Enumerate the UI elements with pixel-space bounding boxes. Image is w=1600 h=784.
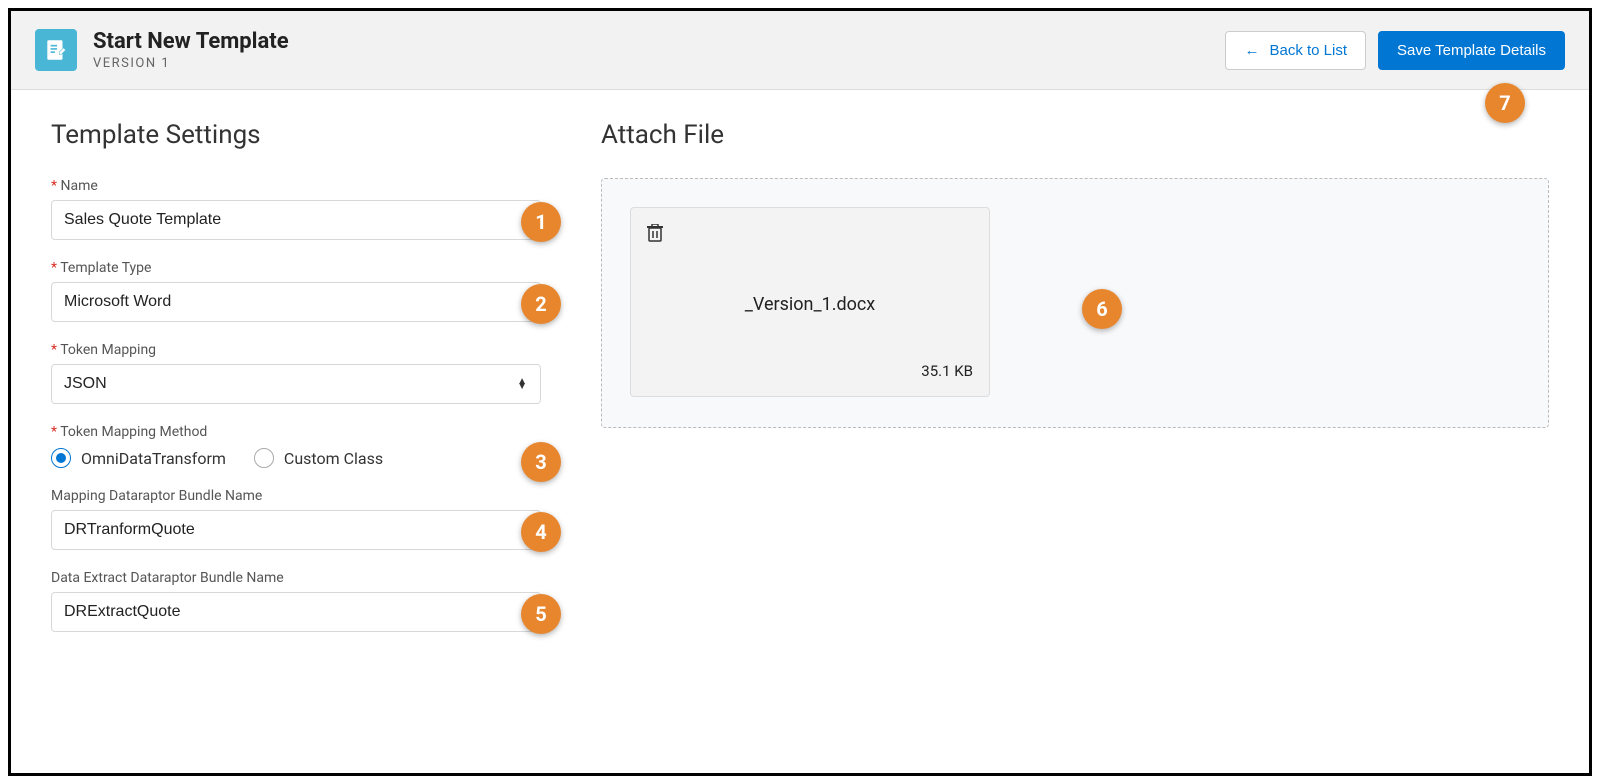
page-subtitle: VERSION 1 [93,56,289,71]
file-dropzone[interactable]: _Version_1.docx 35.1 KB 6 [601,178,1549,428]
back-button-label: Back to List [1269,42,1347,59]
radio-icon-checked [51,448,71,468]
mapping-bundle-label: Mapping Dataraptor Bundle Name [51,488,541,504]
radio-custom-class[interactable]: Custom Class [254,448,383,468]
callout-4: 4 [521,512,561,552]
callout-3: 3 [521,442,561,482]
callout-5: 5 [521,594,561,634]
callout-1: 1 [521,202,561,242]
token-mapping-label: Token Mapping [51,342,541,358]
select-arrows-icon: ▲ ▼ [517,379,527,389]
name-label: Name [51,178,541,194]
radio-custom-label: Custom Class [284,449,383,468]
arrow-left-icon: ← [1244,42,1259,59]
page-header: Start New Template VERSION 1 ← Back to L… [11,11,1589,90]
callout-2: 2 [521,284,561,324]
template-type-input[interactable] [51,282,541,322]
template-type-label: Template Type [51,260,541,276]
file-name: _Version_1.docx [647,247,973,362]
extract-bundle-input[interactable] [51,592,541,632]
callout-6: 6 [1082,289,1122,329]
template-icon [35,29,77,71]
attached-file-card: _Version_1.docx 35.1 KB [630,207,990,397]
token-mapping-method-label: Token Mapping Method [51,424,541,440]
token-mapping-select[interactable] [51,364,541,404]
radio-omni-data-transform[interactable]: OmniDataTransform [51,448,226,468]
template-settings-title: Template Settings [51,120,541,150]
save-template-button[interactable]: Save Template Details [1378,31,1565,70]
radio-icon-unchecked [254,448,274,468]
page-title: Start New Template [93,29,289,54]
name-input[interactable] [51,200,541,240]
file-size: 35.1 KB [921,362,973,380]
save-button-label: Save Template Details [1397,42,1546,59]
delete-file-button[interactable] [647,224,973,247]
back-to-list-button[interactable]: ← Back to List [1225,31,1366,70]
attach-file-title: Attach File [601,120,1549,150]
extract-bundle-label: Data Extract Dataraptor Bundle Name [51,570,541,586]
radio-omni-label: OmniDataTransform [81,449,226,468]
mapping-bundle-input[interactable] [51,510,541,550]
callout-7: 7 [1485,83,1525,123]
